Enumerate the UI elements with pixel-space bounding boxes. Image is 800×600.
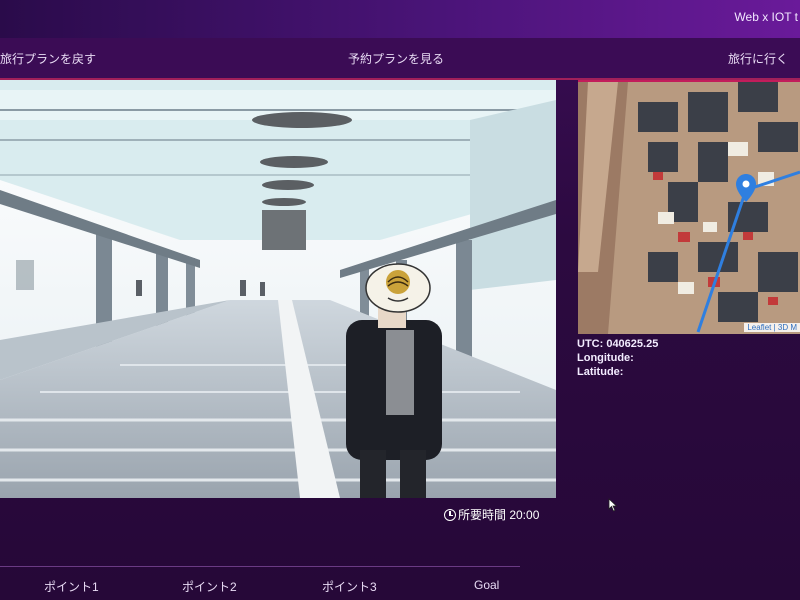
map-view[interactable]: Leaflet | 3D M [578, 80, 800, 334]
goal-button[interactable]: Goal [474, 578, 499, 592]
map-attribution[interactable]: Leaflet | 3D M [744, 323, 800, 332]
app-title: Web x IOT t [734, 10, 798, 24]
app-window: Web x IOT t 旅行プランを戻す 予約プランを見る 旅行に行く 所要時間… [0, 0, 800, 600]
longitude-label: Longitude: [577, 352, 634, 364]
point-1-button[interactable]: ポイント1 [44, 578, 99, 595]
point-3-button[interactable]: ポイント3 [322, 578, 377, 595]
point-2-button[interactable]: ポイント2 [182, 578, 237, 595]
video-feed[interactable] [0, 80, 556, 498]
points-divider [0, 566, 520, 567]
video-frame [0, 80, 556, 498]
gps-info: UTC: 040625.25 Longitude: Latitude: [577, 337, 658, 379]
latitude-label: Latitude: [577, 366, 624, 378]
duration-label: 所要時間 20:00 [458, 508, 540, 522]
map-canvas[interactable] [578, 82, 800, 334]
go-travel-button[interactable]: 旅行に行く [728, 50, 788, 67]
mouse-cursor-icon [608, 498, 618, 512]
view-plan-button[interactable]: 予約プランを見る [348, 50, 444, 67]
utc-label: UTC: 040625.25 [577, 338, 659, 350]
nav-bar: 旅行プランを戻す 予約プランを見る 旅行に行く [0, 38, 800, 80]
title-bar: Web x IOT t [0, 0, 800, 38]
duration-row: 所要時間 20:00 [444, 506, 539, 522]
back-plan-button[interactable]: 旅行プランを戻す [0, 50, 96, 67]
clock-icon [444, 509, 456, 521]
